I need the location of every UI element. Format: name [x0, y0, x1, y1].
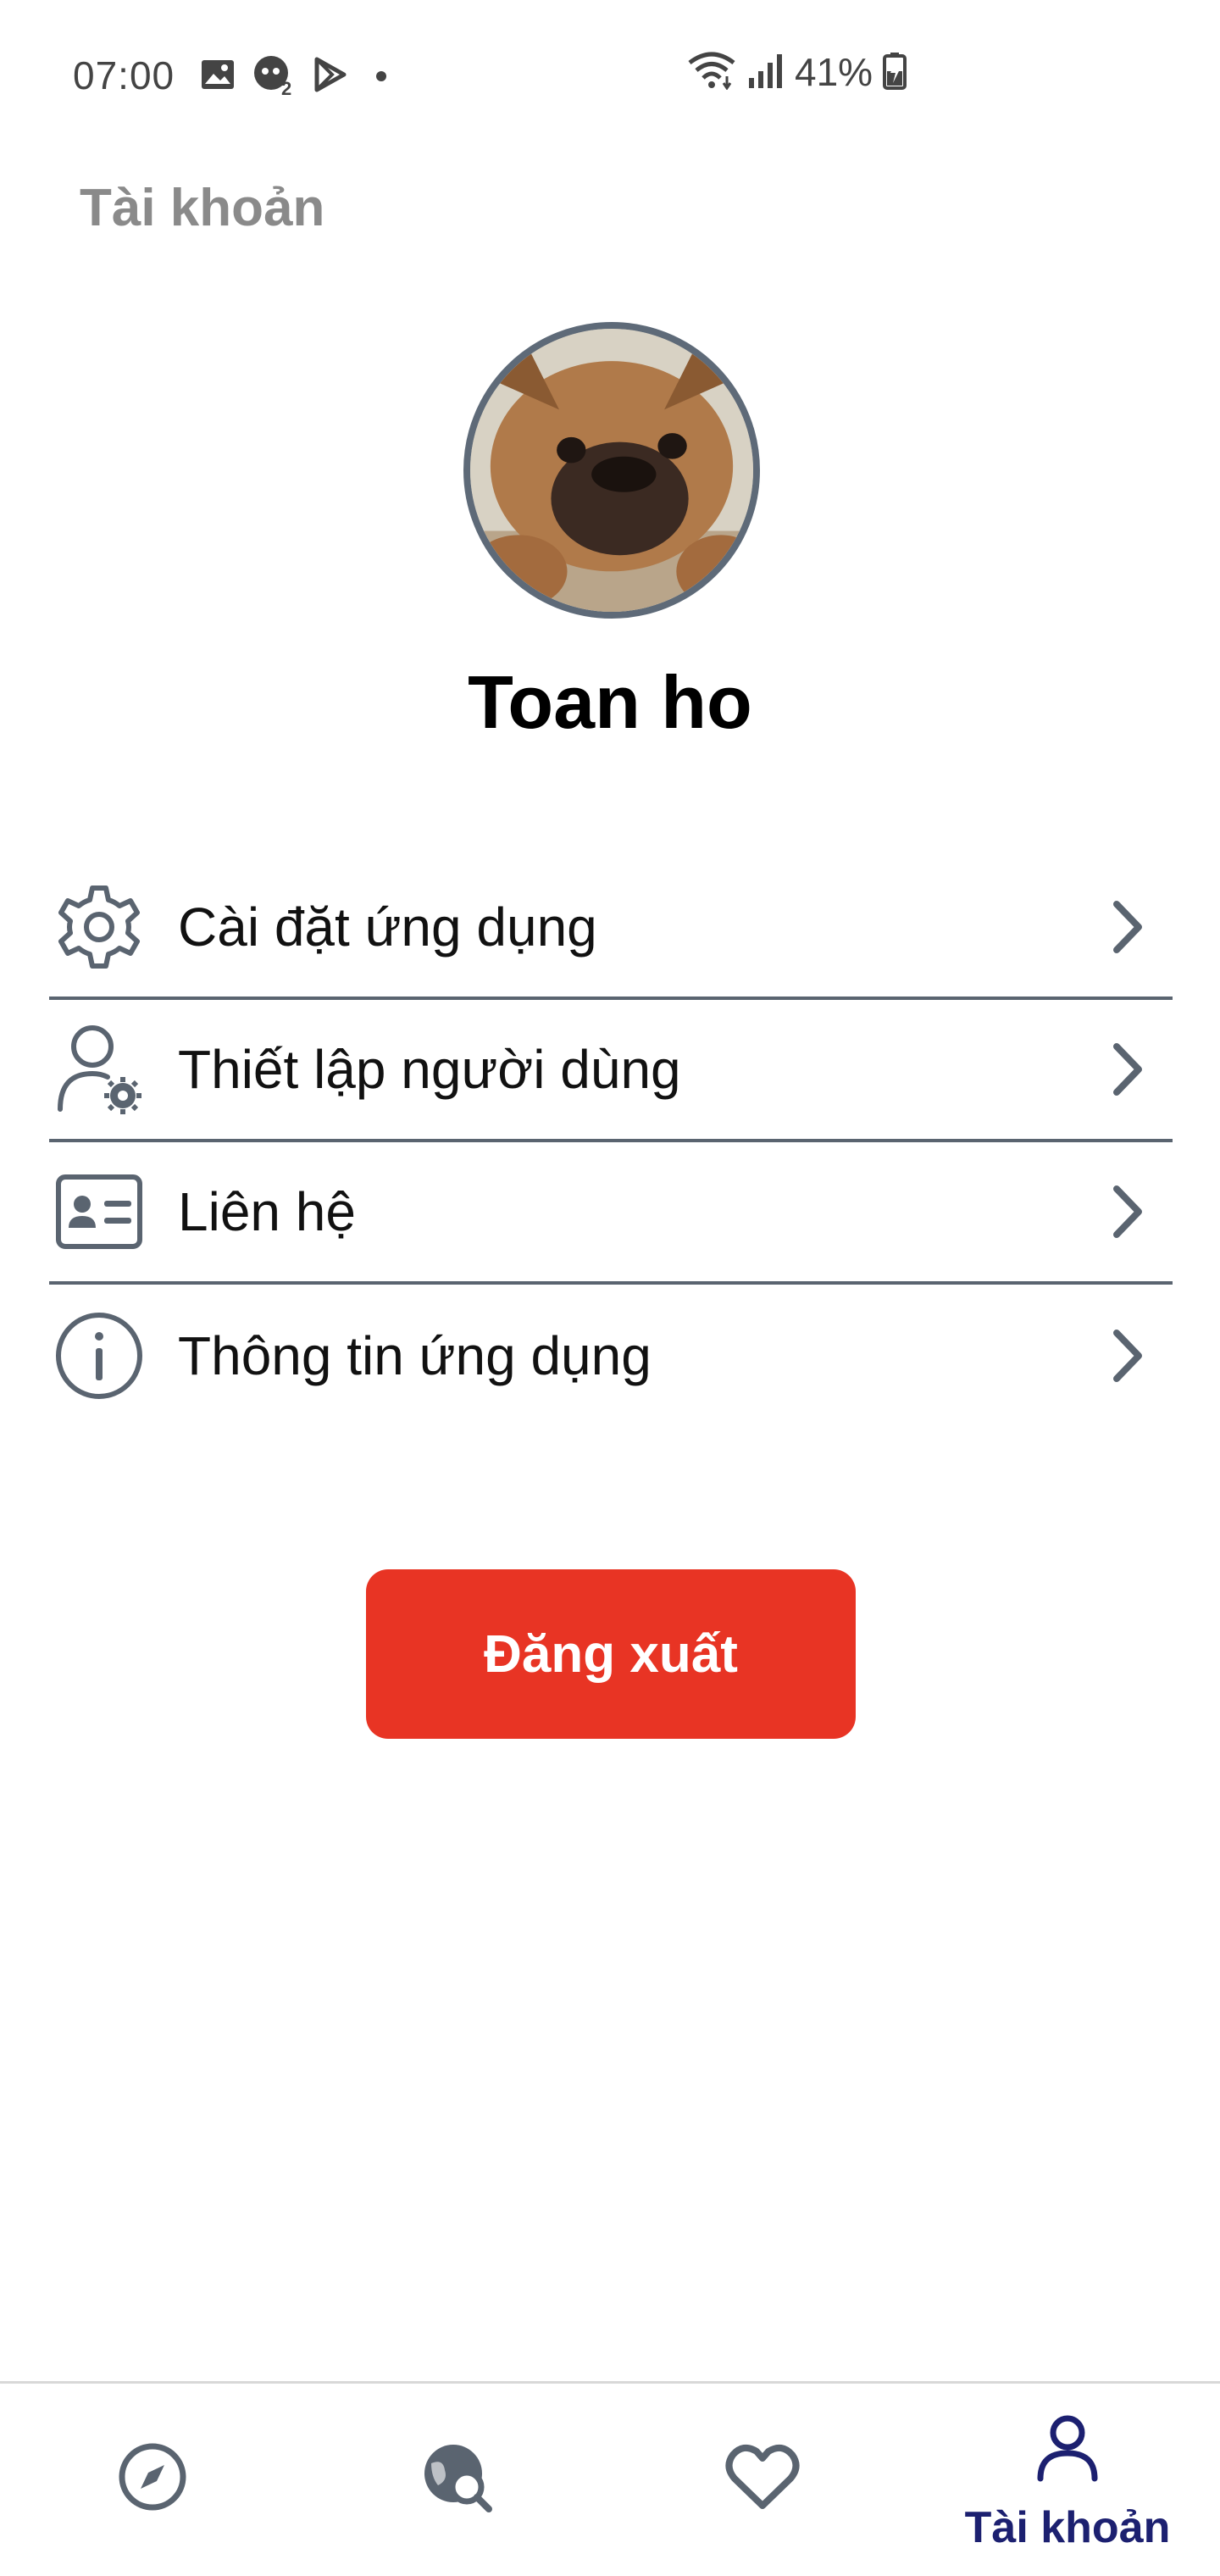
- nav-item-explore[interactable]: [305, 2384, 610, 2576]
- menu-item-label: Liên hệ: [178, 1181, 356, 1242]
- user-name: Toan ho: [468, 660, 752, 744]
- avatar[interactable]: [463, 322, 760, 619]
- logout-button[interactable]: Đăng xuất: [366, 1569, 856, 1739]
- contact-card-icon: [53, 1165, 146, 1258]
- menu-item-label: Thiết lập người dùng: [178, 1039, 681, 1100]
- menu-item-app-settings[interactable]: Cài đặt ứng dụng: [49, 858, 1173, 1000]
- chevron-right-icon: [1113, 1185, 1142, 1238]
- play-store-icon: [313, 57, 347, 92]
- status-time: 07:00: [73, 53, 175, 97]
- status-bar: 07:00 2 41%: [0, 0, 1220, 153]
- gear-icon: [53, 880, 146, 974]
- chevron-right-icon: [1113, 901, 1142, 953]
- system-icons: 41%: [686, 49, 907, 95]
- signal-icon: [747, 51, 785, 94]
- bottom-navigation: Tài khoản: [0, 2381, 1220, 2576]
- nav-item-favorites[interactable]: [610, 2384, 915, 2576]
- account-menu: Cài đặt ứng dụng Thiết lập người dùng Li…: [49, 858, 1173, 1427]
- menu-item-app-info[interactable]: Thông tin ứng dụng: [49, 1285, 1173, 1427]
- chevron-right-icon: [1113, 1043, 1142, 1096]
- page-title: Tài khoản: [80, 179, 325, 237]
- wifi-icon: [686, 51, 737, 94]
- battery-percent: 41%: [795, 50, 873, 94]
- compass-icon: [119, 2443, 186, 2511]
- battery-charging-icon: [883, 51, 907, 94]
- game-app-icon: 2: [252, 53, 297, 97]
- menu-item-user-settings[interactable]: Thiết lập người dùng: [49, 1000, 1173, 1142]
- dog-avatar-image: [470, 329, 753, 612]
- account-icon: [1037, 2415, 1098, 2482]
- nav-item-discover[interactable]: [0, 2384, 305, 2576]
- menu-item-contact[interactable]: Liên hệ: [49, 1142, 1173, 1285]
- nav-item-account[interactable]: Tài khoản: [915, 2384, 1220, 2576]
- svg-text:2: 2: [281, 78, 291, 97]
- chevron-right-icon: [1113, 1330, 1142, 1382]
- user-settings-icon: [53, 1023, 146, 1116]
- info-icon: [53, 1309, 146, 1402]
- notification-icons: 2: [200, 53, 398, 97]
- heart-icon: [725, 2444, 800, 2509]
- nav-item-label: Tài khoản: [964, 2503, 1171, 2552]
- menu-item-label: Cài đặt ứng dụng: [178, 897, 597, 958]
- dot-icon: [364, 58, 398, 92]
- image-icon: [200, 58, 236, 92]
- menu-item-label: Thông tin ứng dụng: [178, 1325, 652, 1386]
- globe-search-icon: [424, 2445, 492, 2512]
